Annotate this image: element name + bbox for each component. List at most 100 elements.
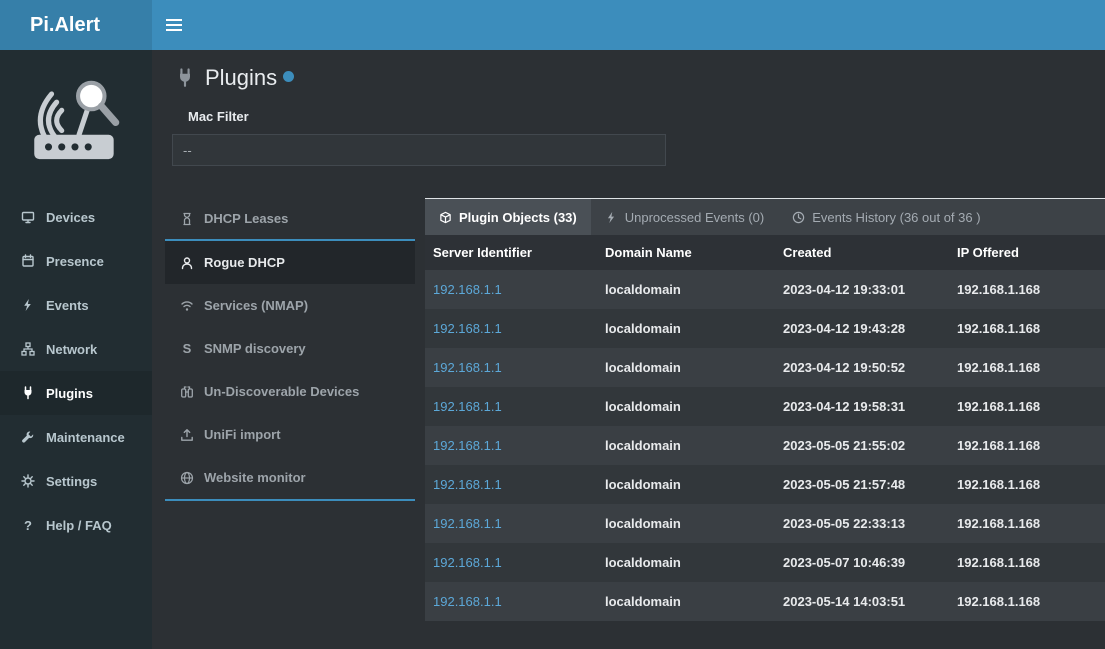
server-identifier-link[interactable]: 192.168.1.1 [433, 360, 502, 375]
table-row: 192.168.1.1localdomain2023-04-12 19:58:3… [425, 387, 1105, 426]
plugin-item-label: Website monitor [204, 470, 306, 485]
table-cell: 2023-05-07 10:46:39 [775, 543, 949, 582]
plug-icon [20, 386, 36, 400]
table-body: 192.168.1.1localdomain2023-04-12 19:33:0… [425, 270, 1105, 621]
plugins-layout: DHCP Leases Rogue DHCP Services (NMAP) S… [152, 198, 1105, 621]
content: Plugins Mac Filter -- DHCP Leases Rogue … [152, 50, 1105, 649]
plugin-item-unifi-import[interactable]: UniFi import [165, 413, 415, 456]
globe-icon [179, 471, 195, 485]
table-cell: 192.168.1.168 [949, 504, 1105, 543]
sidebar-item-label: Help / FAQ [46, 518, 112, 533]
sidebar-item-label: Devices [46, 210, 95, 225]
presence-icon [20, 254, 36, 268]
snmp-icon: S [179, 341, 195, 356]
mac-filter-select[interactable]: -- [172, 134, 666, 166]
table-cell: 192.168.1.168 [949, 426, 1105, 465]
table-cell: 192.168.1.1 [425, 465, 597, 504]
table-cell: 2023-04-12 19:43:28 [775, 309, 949, 348]
plugin-item-website-monitor[interactable]: Website monitor [165, 456, 415, 499]
plugin-item-dhcp-leases[interactable]: DHCP Leases [165, 198, 415, 241]
plugin-item-label: SNMP discovery [204, 341, 306, 356]
server-identifier-link[interactable]: 192.168.1.1 [433, 555, 502, 570]
plugin-item-label: Services (NMAP) [204, 298, 308, 313]
page-header: Plugins [152, 50, 1105, 91]
table-cell: 192.168.1.1 [425, 543, 597, 582]
server-identifier-link[interactable]: 192.168.1.1 [433, 516, 502, 531]
network-icon [20, 342, 36, 356]
tab-plugin-objects[interactable]: Plugin Objects (33) [425, 199, 591, 235]
sidebar-item-plugins[interactable]: Plugins [0, 371, 152, 415]
bolt-icon [605, 211, 618, 224]
sidebar-item-settings[interactable]: Settings [0, 459, 152, 503]
table-row: 192.168.1.1 localdomain2023-05-07 10:46:3… [425, 543, 1105, 582]
plugin-item-services-nmap[interactable]: Services (NMAP) [165, 284, 415, 327]
tab-label: Events History (36 out of 36 ) [812, 210, 980, 225]
sidebar-item-label: Events [46, 298, 89, 313]
sidebar-item-help-faq[interactable]: ? Help / FAQ [0, 503, 152, 547]
server-identifier-link[interactable]: 192.168.1.1 [433, 438, 502, 453]
table-cell: 2023-04-12 19:58:31 [775, 387, 949, 426]
server-identifier-link[interactable]: 192.168.1.1 [433, 399, 502, 414]
sidebar: Devices Presence Events Network Plugins [0, 50, 152, 649]
table-row: 192.168.1.1localdomain2023-05-05 21:57:4… [425, 465, 1105, 504]
table-row: 192.168.1.1localdomain2023-04-12 19:33:0… [425, 270, 1105, 309]
tab-label: Unprocessed Events (0) [625, 210, 764, 225]
column-header-domain-name: Domain Name [597, 235, 775, 270]
sidebar-item-label: Network [46, 342, 97, 357]
sidebar-nav: Devices Presence Events Network Plugins [0, 195, 152, 547]
plugin-item-label: UniFi import [204, 427, 281, 442]
sidebar-item-events[interactable]: Events [0, 283, 152, 327]
sidebar-item-network[interactable]: Network [0, 327, 152, 371]
devices-icon [20, 210, 36, 224]
table-cell: 192.168.1.1 [425, 504, 597, 543]
mac-filter-section: Mac Filter -- [152, 109, 1105, 166]
gear-icon [20, 474, 36, 488]
server-identifier-link[interactable]: 192.168.1.1 [433, 477, 502, 492]
tab-unprocessed-events[interactable]: Unprocessed Events (0) [591, 199, 778, 235]
sidebar-item-maintenance[interactable]: Maintenance [0, 415, 152, 459]
wrench-icon [20, 430, 36, 444]
plugin-item-label: DHCP Leases [204, 211, 288, 226]
plugin-objects-table: Server Identifier Domain Name Created IP… [425, 235, 1105, 621]
tab-events-history[interactable]: Events History (36 out of 36 ) [778, 199, 994, 235]
top-navbar: Pi.Alert [0, 0, 1105, 50]
table-cell: localdomain [597, 543, 775, 582]
sidebar-item-presence[interactable]: Presence [0, 239, 152, 283]
table-cell: 192.168.1.168 [949, 309, 1105, 348]
user-icon [179, 256, 195, 270]
mac-filter-value: -- [183, 143, 192, 158]
server-identifier-link[interactable]: 192.168.1.1 [433, 594, 502, 609]
table-cell: 192.168.1.1 [425, 387, 597, 426]
plugin-item-snmp-discovery[interactable]: S SNMP discovery [165, 327, 415, 370]
table-row: 192.168.1.1localdomain2023-04-12 19:50:5… [425, 348, 1105, 387]
table-cell: 192.168.1.168 [949, 543, 1105, 582]
table-cell: 192.168.1.168 [949, 348, 1105, 387]
table-cell: 192.168.1.168 [949, 465, 1105, 504]
plugin-item-rogue-dhcp[interactable]: Rogue DHCP [165, 241, 415, 284]
sidebar-item-label: Maintenance [46, 430, 125, 445]
server-identifier-link[interactable]: 192.168.1.1 [433, 282, 502, 297]
table-cell: localdomain [597, 348, 775, 387]
hamburger-icon [166, 19, 182, 31]
table-cell: 192.168.1.168 [949, 387, 1105, 426]
server-identifier-link[interactable]: 192.168.1.1 [433, 321, 502, 336]
plug-icon [175, 68, 195, 88]
table-row: 192.168.1.1localdomain2023-05-05 21:55:0… [425, 426, 1105, 465]
sidebar-item-label: Settings [46, 474, 97, 489]
hourglass-icon [179, 212, 195, 226]
brand[interactable]: Pi.Alert [0, 0, 152, 50]
column-header-created: Created [775, 235, 949, 270]
page-title: Plugins [205, 65, 277, 91]
column-header-server-identifier: Server Identifier [425, 235, 597, 270]
sidebar-toggle-button[interactable] [152, 0, 196, 50]
pialert-logo [0, 50, 152, 195]
table-row: 192.168.1.1localdomain2023-05-14 14:03:5… [425, 582, 1105, 621]
help-badge[interactable] [283, 71, 294, 82]
wifi-icon [179, 299, 195, 313]
plugin-item-undiscoverable-devices[interactable]: Un-Discoverable Devices [165, 370, 415, 413]
table-cell: 192.168.1.168 [949, 270, 1105, 309]
sidebar-item-label: Presence [46, 254, 104, 269]
table-cell: 2023-05-05 21:57:48 [775, 465, 949, 504]
mac-filter-label: Mac Filter [188, 109, 1105, 124]
sidebar-item-devices[interactable]: Devices [0, 195, 152, 239]
